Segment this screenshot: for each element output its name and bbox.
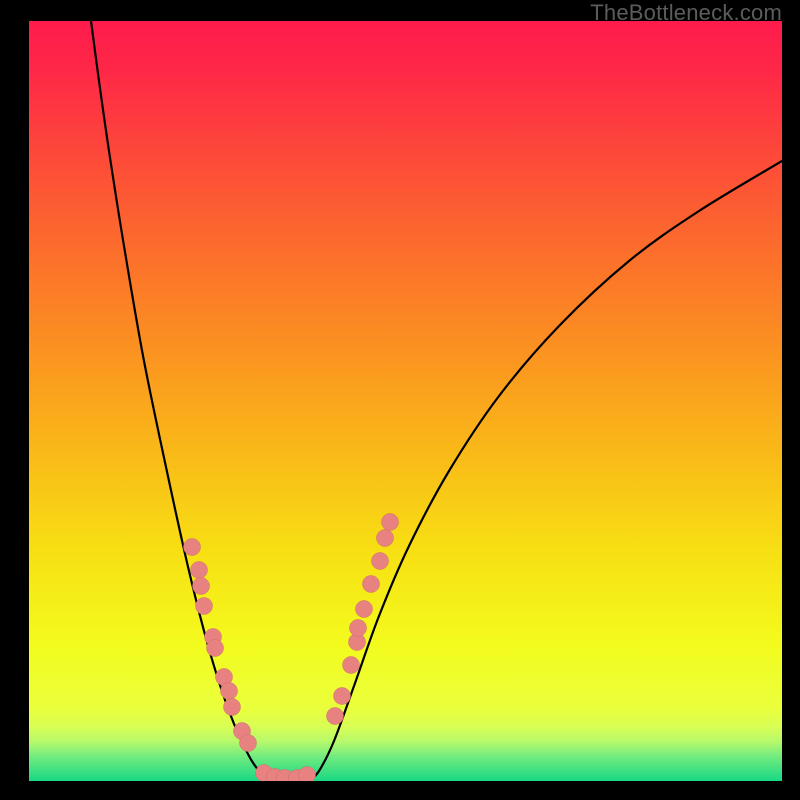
- data-marker: [363, 576, 380, 593]
- bottleneck-curve-chart: [29, 21, 782, 781]
- data-marker: [343, 657, 360, 674]
- plot-area: [29, 21, 782, 781]
- gradient-background: [29, 21, 782, 781]
- data-marker: [240, 735, 257, 752]
- data-marker: [334, 688, 351, 705]
- data-marker: [191, 562, 208, 579]
- data-marker: [372, 553, 389, 570]
- data-marker: [350, 620, 367, 637]
- data-marker: [221, 683, 238, 700]
- chart-frame: TheBottleneck.com: [0, 0, 800, 800]
- data-marker: [196, 598, 213, 615]
- data-marker: [299, 767, 316, 782]
- watermark-text: TheBottleneck.com: [590, 0, 782, 26]
- data-marker: [377, 530, 394, 547]
- data-marker: [184, 539, 201, 556]
- data-marker: [193, 578, 210, 595]
- data-marker: [224, 699, 241, 716]
- data-marker: [382, 514, 399, 531]
- data-marker: [207, 640, 224, 657]
- data-marker: [356, 601, 373, 618]
- data-marker: [327, 708, 344, 725]
